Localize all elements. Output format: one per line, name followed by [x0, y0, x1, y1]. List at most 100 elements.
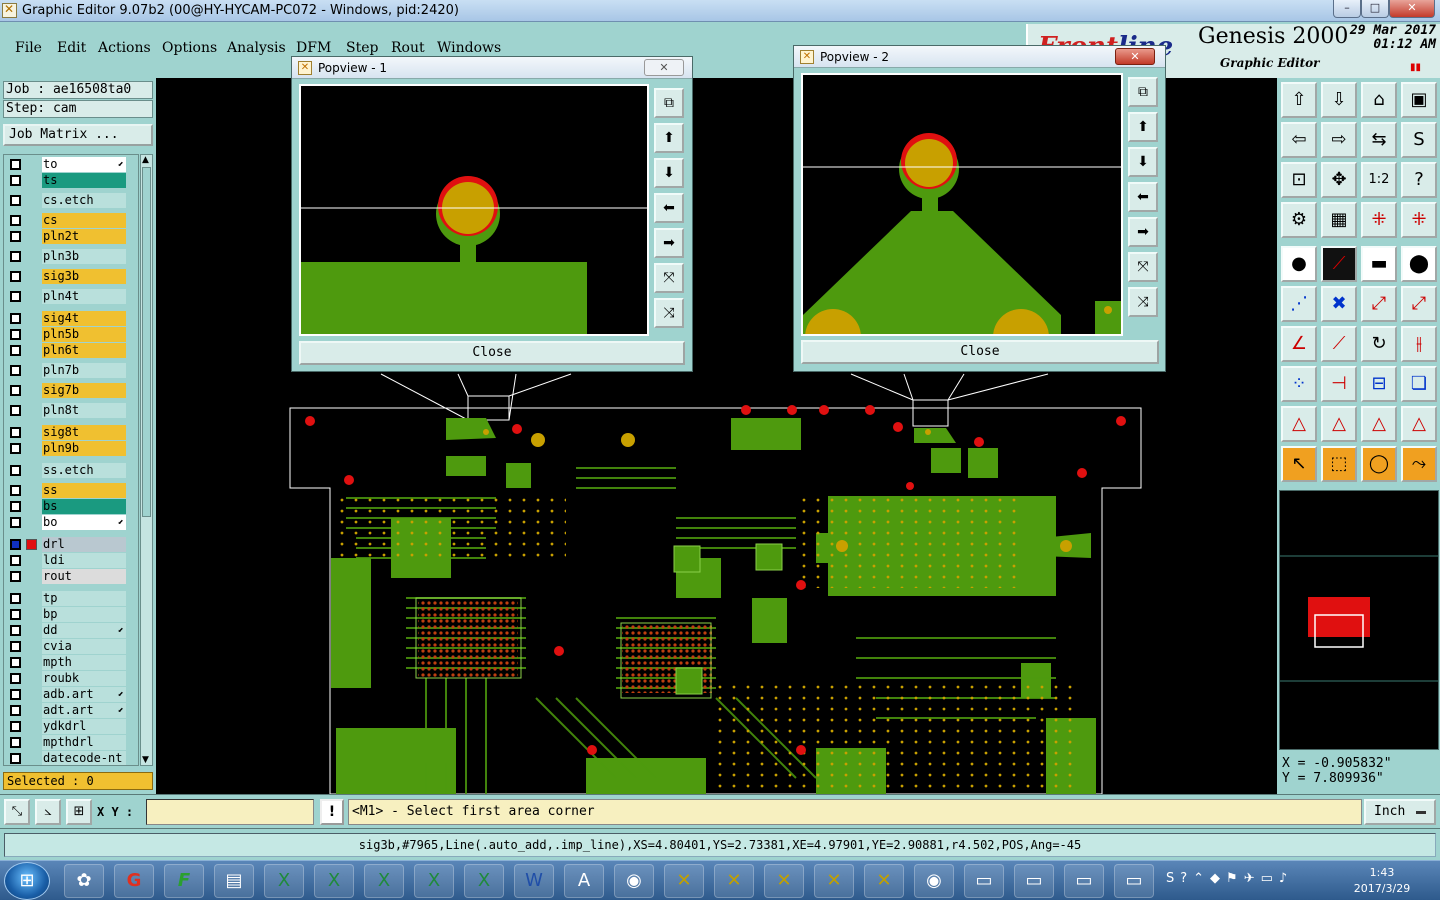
taskbar-genesis-icon[interactable]: ✕	[714, 864, 754, 898]
taskbar-app-icon[interactable]: ◉	[914, 864, 954, 898]
layer-row[interactable]: roubk	[6, 671, 138, 686]
layer-checkbox[interactable]	[10, 251, 21, 262]
layer-checkbox[interactable]	[10, 443, 21, 454]
layer-checkbox[interactable]	[10, 641, 21, 652]
taskbar-app-icon[interactable]: G	[114, 864, 154, 898]
layer-row[interactable]: pln3b	[6, 249, 138, 264]
layer-checkbox[interactable]	[10, 555, 21, 566]
menu-analysis[interactable]: Analysis	[227, 40, 286, 56]
layer-row[interactable]: pln2t	[6, 229, 138, 244]
minimize-button[interactable]: –	[1333, 0, 1361, 18]
layer-checkbox[interactable]	[10, 657, 21, 668]
layer-row[interactable]: pln9b	[6, 441, 138, 456]
layer-row[interactable]: sig8t	[6, 425, 138, 440]
surface-icon[interactable]: ⬤	[1401, 246, 1437, 282]
layer-name[interactable]: pln5b	[42, 327, 126, 342]
layer-row[interactable]: rout	[6, 569, 138, 584]
popview-1-screen[interactable]	[299, 84, 649, 336]
pause-icon[interactable]: ▮▮	[1410, 62, 1421, 73]
layer-row[interactable]: dd ⬋	[6, 623, 138, 638]
layer-row[interactable]: pln4t	[6, 289, 138, 304]
layer-list-scrollbar[interactable]: ▲ ▼	[140, 154, 153, 766]
taskbar-word-icon[interactable]: W	[514, 864, 554, 898]
layer-row[interactable]: pln7b	[6, 363, 138, 378]
layer-name[interactable]: drl	[42, 537, 126, 552]
move-down-icon[interactable]: ⇩	[1321, 82, 1357, 118]
taskbar-app-icon[interactable]: F	[164, 864, 204, 898]
layer-menu-arrow-icon[interactable]: ⬋	[118, 623, 124, 638]
pan-up-icon[interactable]: ⬆	[654, 123, 684, 153]
popview-2-screen[interactable]	[801, 73, 1123, 365]
pan-left-icon[interactable]: ⇦	[1281, 122, 1317, 158]
layer-checkbox[interactable]	[10, 485, 21, 496]
zoom-out-icon[interactable]: ⤨	[1128, 287, 1158, 317]
layer-name[interactable]: rout	[42, 569, 126, 584]
group-icon[interactable]: ❏	[1401, 366, 1437, 402]
layer-name[interactable]: mpthdrl	[42, 735, 126, 750]
select-icon[interactable]: ↖	[1281, 446, 1317, 482]
taskbar-app-icon[interactable]: ◉	[614, 864, 654, 898]
layer-checkbox[interactable]	[10, 329, 21, 340]
layer-checkbox[interactable]	[10, 753, 21, 764]
menu-options[interactable]: Options	[162, 40, 217, 56]
layer-name[interactable]: pln3b	[42, 249, 126, 264]
taskbar-window-icon[interactable]: ▭	[1014, 864, 1054, 898]
window-titlebar[interactable]: Graphic Editor 9.07b2 (00@HY-HYCAM-PC072…	[0, 0, 1440, 22]
cross-icon[interactable]: ✖	[1321, 286, 1357, 322]
taskbar-genesis-icon[interactable]: ✕	[664, 864, 704, 898]
pan-up-icon[interactable]: ⬆	[1128, 112, 1158, 142]
arc-icon[interactable]: ↻	[1361, 326, 1397, 362]
delta2-icon[interactable]: △	[1321, 406, 1357, 442]
start-button[interactable]: ⊞	[4, 862, 50, 900]
resize-icon[interactable]: ⊟	[1361, 366, 1397, 402]
layer-name[interactable]: ss.etch	[42, 463, 126, 478]
layer-checkbox[interactable]	[10, 673, 21, 684]
zoom-in-icon[interactable]: ⤧	[1128, 252, 1158, 282]
pan-down-icon[interactable]: ⬇	[1128, 147, 1158, 177]
layer-checkbox[interactable]	[10, 609, 21, 620]
layer-name[interactable]: sig8t	[42, 425, 126, 440]
layer-name[interactable]: adt.art ⬋	[42, 703, 126, 718]
overview-map[interactable]	[1279, 490, 1439, 750]
mirror-icon[interactable]: ⫲	[1401, 326, 1437, 362]
taskbar-excel-icon[interactable]: X	[314, 864, 354, 898]
layer-checkbox[interactable]	[10, 501, 21, 512]
home-icon[interactable]: ⌂	[1361, 82, 1397, 118]
menu-dfm[interactable]: DFM	[296, 40, 331, 56]
layer-checkbox[interactable]	[10, 159, 21, 170]
select-circle-icon[interactable]: ◯	[1361, 446, 1397, 482]
layer-row[interactable]: adt.art ⬋	[6, 703, 138, 718]
layer-row[interactable]: mpthdrl	[6, 735, 138, 750]
layer-checkbox[interactable]	[10, 625, 21, 636]
layer-name[interactable]: sig3b	[42, 269, 126, 284]
layer-menu-arrow-icon[interactable]: ⬋	[118, 703, 124, 718]
points-icon[interactable]: ⁘	[1281, 366, 1317, 402]
zoom-in-icon[interactable]: ⤧	[654, 263, 684, 293]
layer-row[interactable]: ss.etch	[6, 463, 138, 478]
zoom-area-icon[interactable]: ✥	[1321, 162, 1357, 198]
layer-name[interactable]: cvia	[42, 639, 126, 654]
layer-row[interactable]: cs	[6, 213, 138, 228]
maximize-button[interactable]: □	[1361, 0, 1389, 18]
angle-icon[interactable]: ∠	[1281, 326, 1317, 362]
layer-checkbox[interactable]	[10, 365, 21, 376]
layer-row[interactable]: adb.art ⬋	[6, 687, 138, 702]
pan-down-icon[interactable]: ⬇	[654, 158, 684, 188]
layer-name[interactable]: ts	[42, 173, 126, 188]
pan-left-icon[interactable]: ⬅	[1128, 182, 1158, 212]
menu-actions[interactable]: Actions	[98, 40, 151, 56]
job-matrix-button[interactable]: Job Matrix ...	[3, 124, 153, 146]
layer-row[interactable]: sig3b	[6, 269, 138, 284]
layer-row[interactable]: pln5b	[6, 327, 138, 342]
route-icon[interactable]: ⤢	[1361, 286, 1397, 322]
layer-checkbox[interactable]	[10, 385, 21, 396]
layer-name[interactable]: dd ⬋	[42, 623, 126, 638]
zoom-home-icon[interactable]: ⊡	[1281, 162, 1317, 198]
layer-name[interactable]: datecode-nt	[42, 751, 126, 765]
layer-name[interactable]: pln9b	[42, 441, 126, 456]
scroll-up-icon[interactable]: ▲	[142, 155, 149, 165]
layer-checkbox[interactable]	[10, 721, 21, 732]
layer-checkbox[interactable]	[10, 705, 21, 716]
layer-name[interactable]: cs	[42, 213, 126, 228]
taskbar-window-icon[interactable]: ▭	[1114, 864, 1154, 898]
